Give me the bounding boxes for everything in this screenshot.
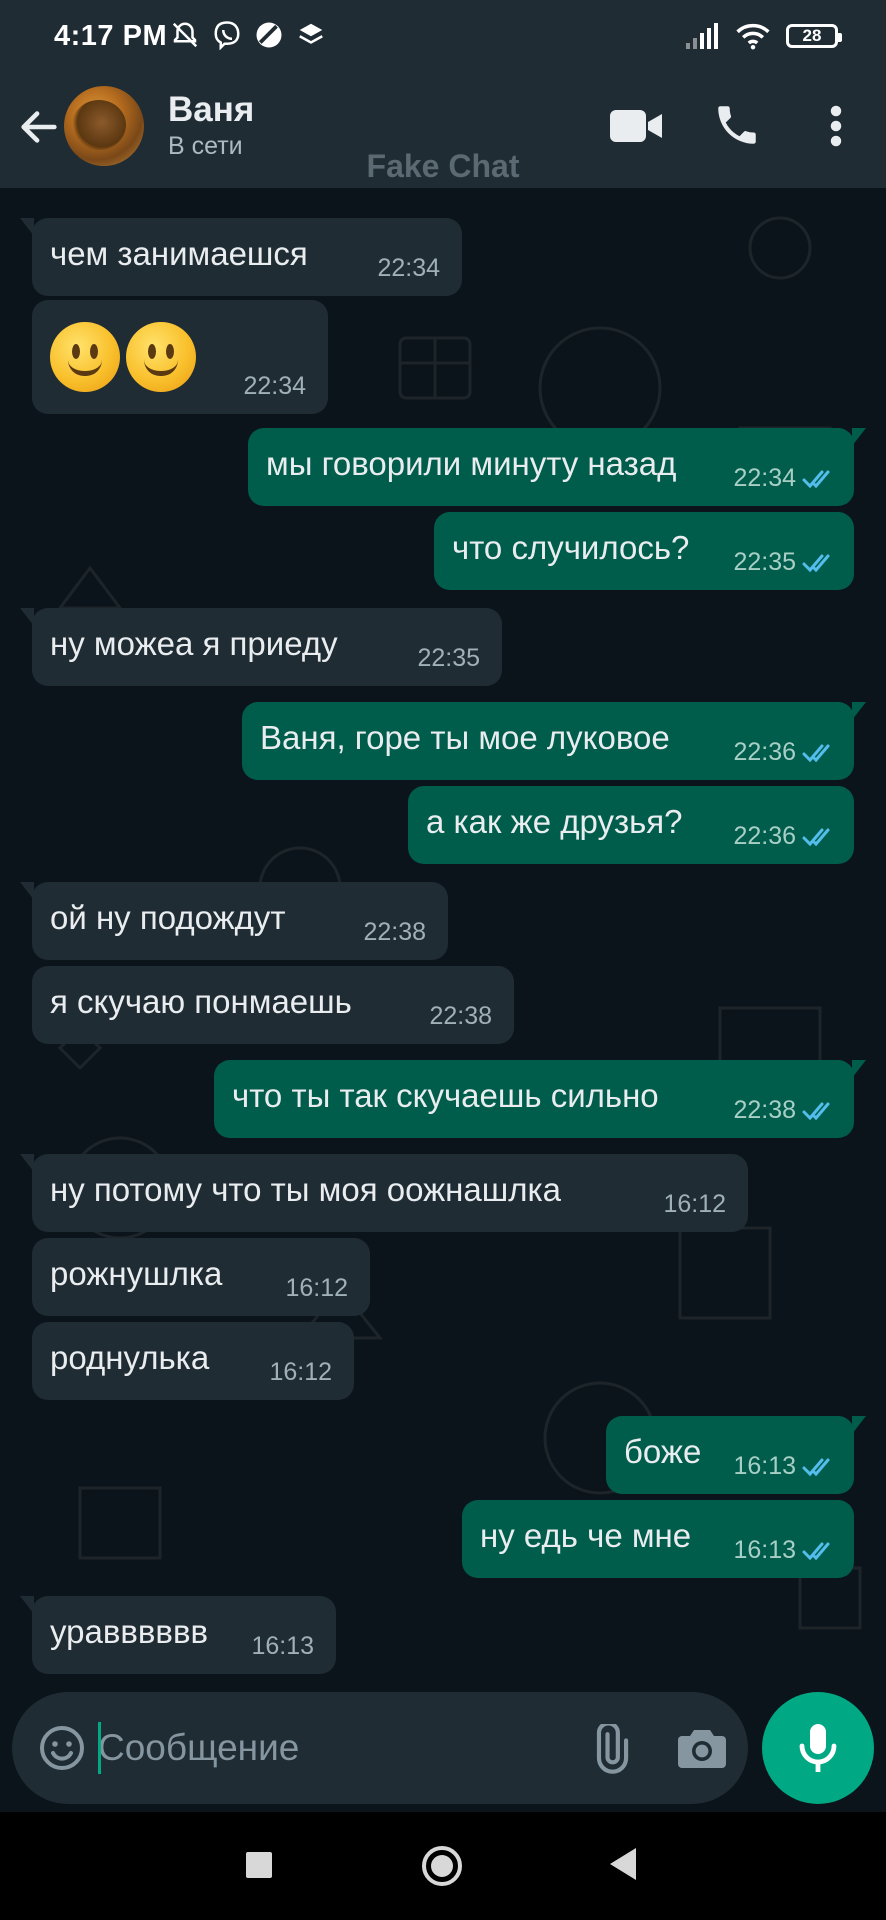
status-time: 4:17 PM xyxy=(54,20,168,52)
system-nav-bar xyxy=(0,1812,886,1920)
message-time: 22:34 xyxy=(243,372,306,400)
camera-icon[interactable] xyxy=(676,1724,728,1772)
read-ticks-icon xyxy=(802,1102,830,1121)
mute-bell-icon xyxy=(172,22,198,48)
message-time: 16:13 xyxy=(733,1536,796,1564)
message-text: мы говорили минуту назад xyxy=(266,445,677,482)
message-input[interactable] xyxy=(98,1720,478,1776)
message-incoming[interactable]: ну можеа я приеду 22:35 xyxy=(20,608,502,686)
wifi-icon xyxy=(736,23,770,50)
mic-button[interactable] xyxy=(762,1692,874,1804)
contact-name[interactable]: Ваня xyxy=(168,90,254,130)
message-incoming[interactable]: рожнушлка 16:12 xyxy=(32,1238,370,1316)
message-text: уравввввв xyxy=(50,1613,209,1650)
read-ticks-icon xyxy=(802,1542,830,1561)
message-time: 16:13 xyxy=(733,1452,796,1480)
message-text: ну потому что ты моя оожнашлка xyxy=(50,1171,561,1208)
message-outgoing[interactable]: что случилось? 22:35 xyxy=(434,512,854,590)
message-time: 22:34 xyxy=(733,464,796,492)
message-time: 22:35 xyxy=(733,548,796,576)
status-right-icons: 28 xyxy=(686,22,842,50)
status-bar: 4:17 PM 28 xyxy=(0,0,886,78)
back-arrow-icon[interactable] xyxy=(16,104,62,150)
message-text: я скучаю понмаешь xyxy=(50,983,352,1020)
message-outgoing[interactable]: Ваня, горе ты мое луковое 22:36 xyxy=(242,702,866,780)
text-cursor xyxy=(98,1722,101,1774)
message-time: 16:12 xyxy=(285,1274,348,1302)
no-entry-icon xyxy=(256,22,282,48)
chat-area[interactable]: чем занимаешся 22:34 22:34 мы говорили м… xyxy=(0,188,886,1688)
layers-icon xyxy=(299,23,323,44)
home-icon[interactable] xyxy=(422,1846,462,1886)
read-ticks-icon xyxy=(802,828,830,847)
message-time: 22:35 xyxy=(417,644,480,672)
status-left-icons xyxy=(170,20,326,50)
message-incoming[interactable]: ну потому что ты моя оожнашлка 16:12 xyxy=(20,1154,748,1232)
paperclip-icon[interactable] xyxy=(584,1724,634,1774)
message-incoming[interactable]: чем занимаешся 22:34 xyxy=(20,218,462,296)
recent-apps-icon[interactable] xyxy=(246,1852,272,1878)
message-emoji xyxy=(50,322,202,392)
battery-icon: 28 xyxy=(786,24,842,48)
message-text: роднулька xyxy=(50,1339,210,1376)
watermark: Fake Chat xyxy=(366,148,520,184)
message-outgoing[interactable]: мы говорили минуту назад 22:34 xyxy=(248,428,866,506)
viber-icon xyxy=(214,21,240,50)
message-text: боже xyxy=(624,1433,702,1470)
message-incoming[interactable]: роднулька 16:12 xyxy=(32,1322,354,1400)
video-call-icon[interactable] xyxy=(608,104,664,148)
message-composer xyxy=(12,1692,748,1804)
emoji-icon[interactable] xyxy=(38,1724,86,1772)
smiley-emoji-icon xyxy=(126,322,196,392)
message-time: 22:36 xyxy=(733,738,796,766)
message-outgoing[interactable]: ну едь че мне 16:13 xyxy=(462,1500,854,1578)
back-triangle-icon[interactable] xyxy=(610,1848,636,1880)
message-outgoing[interactable]: боже 16:13 xyxy=(606,1416,866,1494)
message-time: 16:12 xyxy=(663,1190,726,1218)
message-text: ой ну подождут xyxy=(50,899,286,936)
message-outgoing[interactable]: что ты так скучаешь сильно 22:38 xyxy=(214,1060,866,1138)
phone-icon[interactable] xyxy=(712,100,762,150)
message-text: Ваня, горе ты мое луковое xyxy=(260,719,670,756)
message-text: ну едь че мне xyxy=(480,1517,692,1554)
signal-icon xyxy=(686,23,718,49)
more-vert-icon[interactable] xyxy=(818,102,854,150)
mic-icon xyxy=(799,1724,837,1772)
message-text: что ты так скучаешь сильно xyxy=(232,1077,659,1114)
message-time: 16:13 xyxy=(251,1632,314,1660)
message-outgoing[interactable]: а как же друзья? 22:36 xyxy=(408,786,854,864)
smiley-emoji-icon xyxy=(50,322,120,392)
message-time: 22:38 xyxy=(733,1096,796,1124)
message-time: 22:38 xyxy=(429,1002,492,1030)
message-text: а как же друзья? xyxy=(426,803,683,840)
message-time: 22:36 xyxy=(733,822,796,850)
message-time: 16:12 xyxy=(269,1358,332,1386)
read-ticks-icon xyxy=(802,1458,830,1477)
battery-level: 28 xyxy=(802,26,822,45)
message-incoming-emoji[interactable]: 22:34 xyxy=(32,300,328,414)
message-text: рожнушлка xyxy=(50,1255,223,1292)
message-incoming[interactable]: я скучаю понмаешь 22:38 xyxy=(32,966,514,1044)
message-time: 22:34 xyxy=(377,254,440,282)
read-ticks-icon xyxy=(802,744,830,763)
message-time: 22:38 xyxy=(363,918,426,946)
message-text: что случилось? xyxy=(452,529,690,566)
message-text: ну можеа я приеду xyxy=(50,625,338,662)
message-incoming[interactable]: уравввввв 16:13 xyxy=(20,1596,336,1674)
read-ticks-icon xyxy=(802,554,830,573)
message-text: чем занимаешся xyxy=(50,235,308,272)
read-ticks-icon xyxy=(802,470,830,489)
message-incoming[interactable]: ой ну подождут 22:38 xyxy=(20,882,448,960)
